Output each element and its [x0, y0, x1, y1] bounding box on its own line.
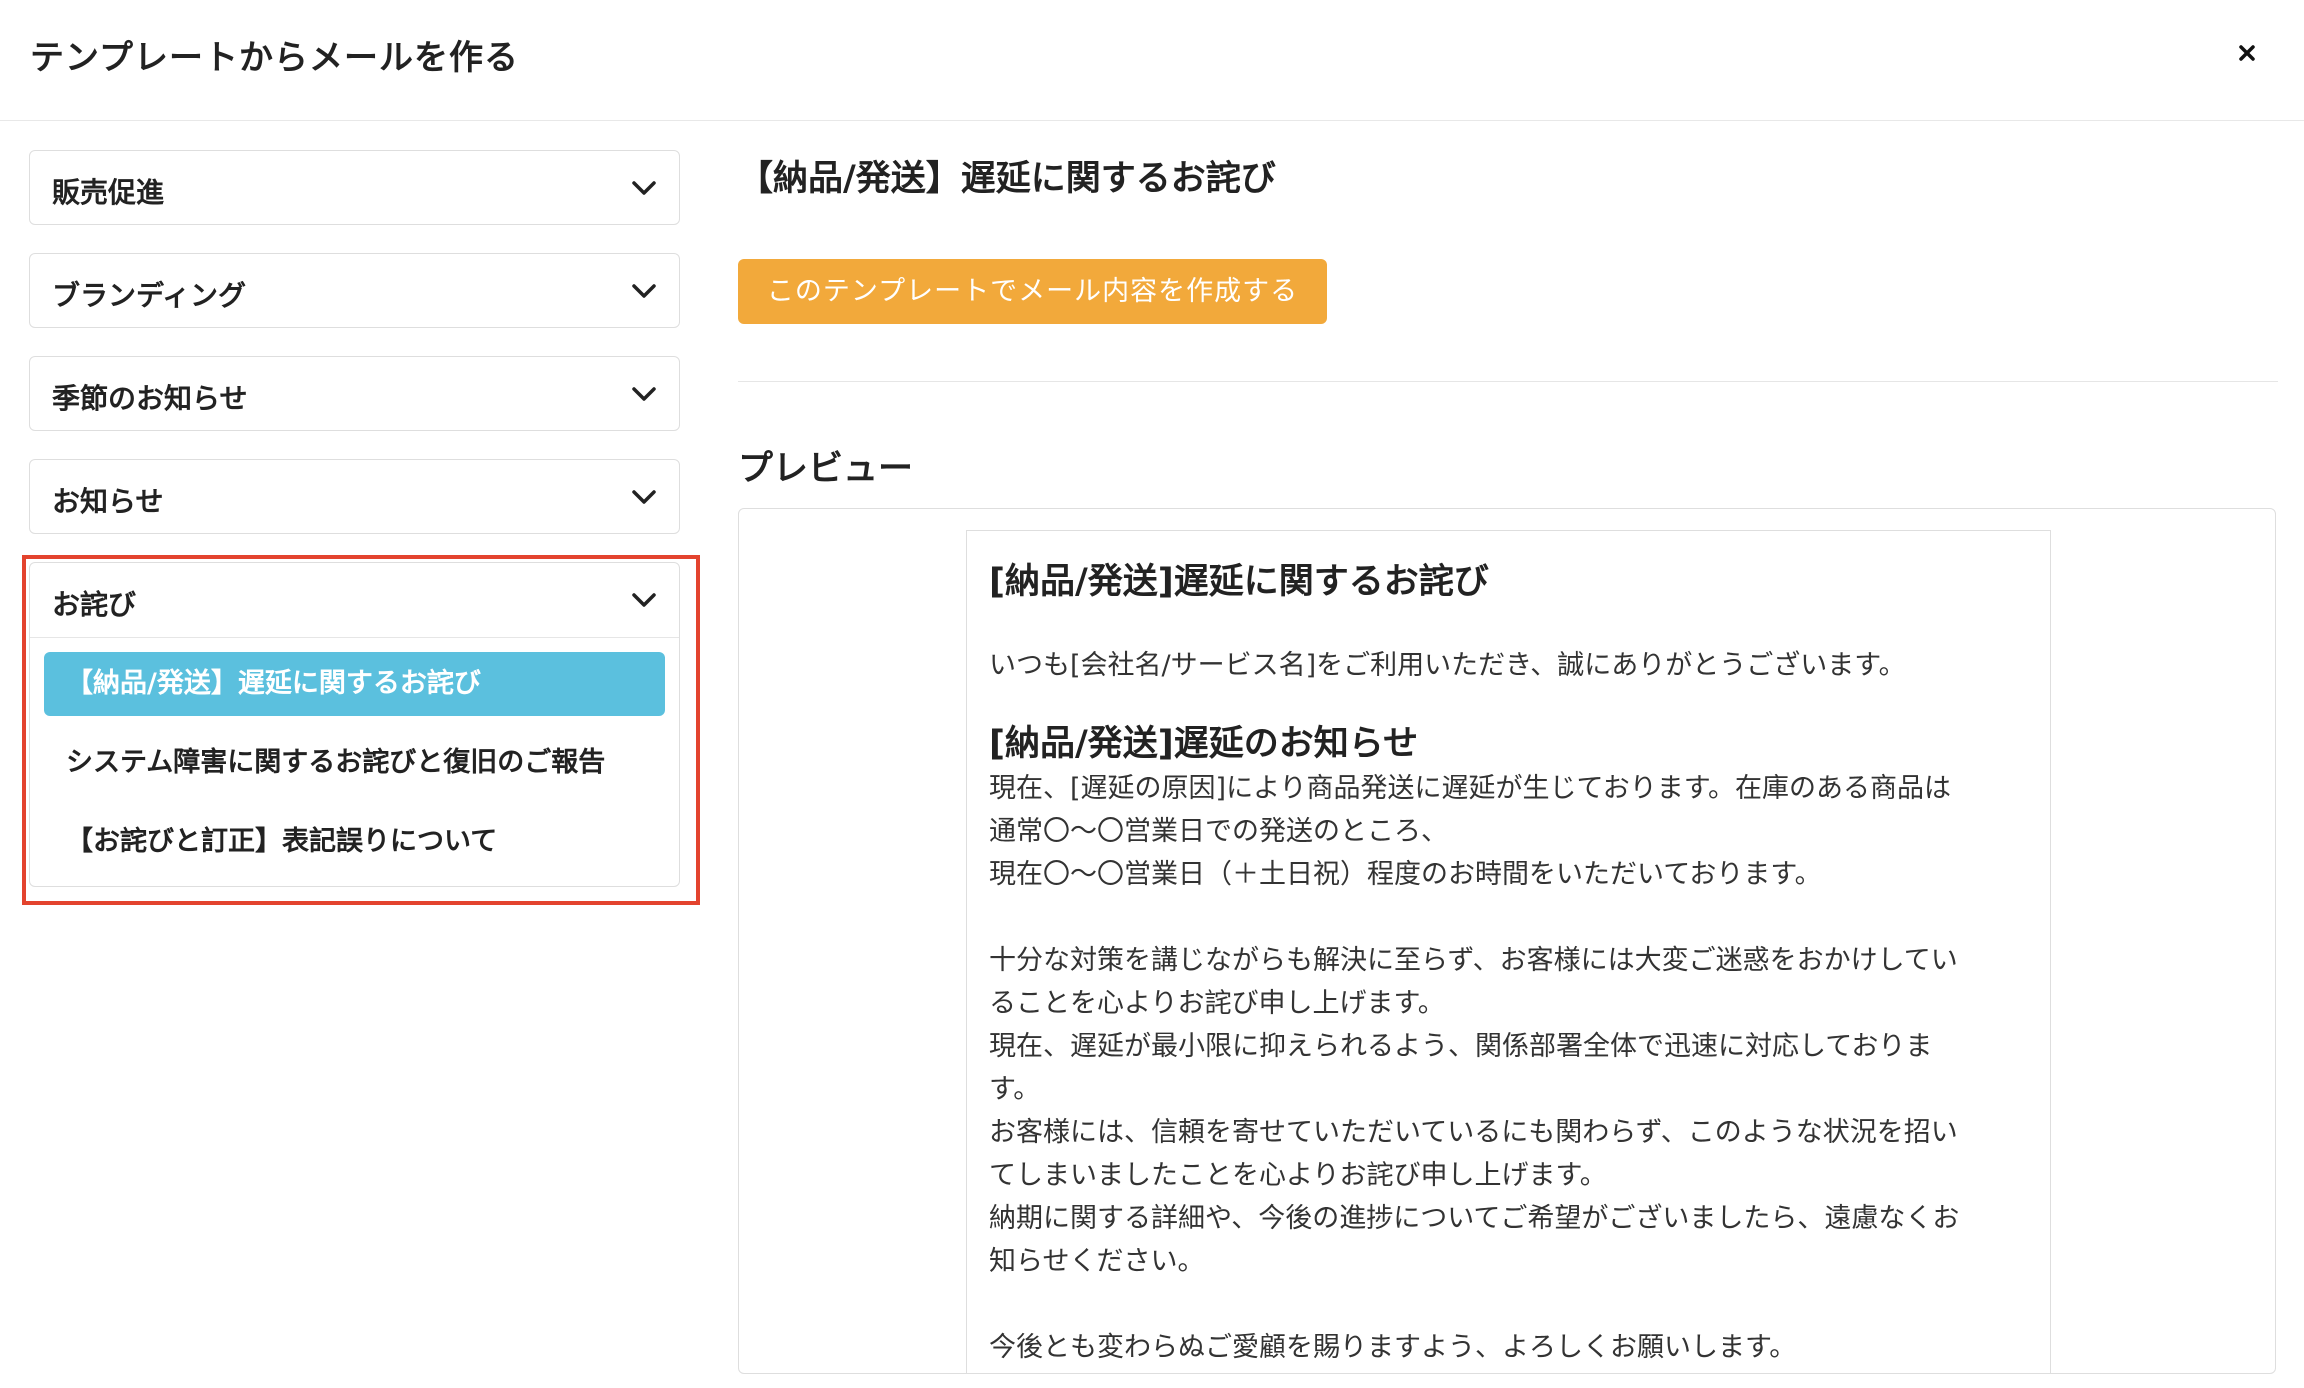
- category-label: 季節のお知らせ: [52, 382, 248, 415]
- category-apology-header[interactable]: お詫び: [30, 563, 679, 638]
- close-button[interactable]: [2230, 36, 2264, 70]
- modal-title: テンプレートからメールを作る: [30, 38, 519, 78]
- email-line: ることを心よりお詫び申し上げます。: [989, 988, 1445, 1019]
- template-item-correction[interactable]: 【お詫びと訂正】表記誤りについて: [44, 810, 665, 874]
- category-seasonal-news[interactable]: 季節のお知らせ: [29, 356, 680, 431]
- chevron-down-icon: [632, 284, 656, 298]
- email-line: てしまいましたことを心よりお詫び申し上げます。: [989, 1160, 1607, 1191]
- email-heading: [納品/発送]遅延に関するお詫び: [989, 562, 1489, 602]
- close-icon: [2239, 45, 2255, 61]
- email-line: 知らせください。: [989, 1246, 1205, 1277]
- email-line: す。: [989, 1074, 1041, 1105]
- modal-header: テンプレートからメールを作る: [0, 0, 2304, 121]
- email-paragraph-1: 現在、[遅延の原因]により商品発送に遅延が生じております。在庫のある商品は 通常…: [989, 767, 2028, 896]
- email-line: 十分な対策を講じながらも解決に至らず、お客様には大変ご迷惑をおかけしてい: [989, 945, 1958, 976]
- preview-heading: プレビュー: [738, 449, 914, 489]
- email-preview-body: [納品/発送]遅延に関するお詫び いつも[会社名/サービス名]をご利用いただき、…: [966, 530, 2051, 1373]
- email-line: 通常〇〜〇営業日での発送のところ、: [989, 816, 1448, 847]
- category-label: ブランディング: [52, 279, 247, 312]
- chevron-down-icon: [632, 490, 656, 504]
- divider: [738, 381, 2278, 382]
- category-announcements[interactable]: お知らせ: [29, 459, 680, 534]
- chevron-down-icon: [632, 593, 656, 607]
- category-branding[interactable]: ブランディング: [29, 253, 680, 328]
- category-label: お詫び: [52, 588, 137, 621]
- category-apology-expanded: お詫び 【納品/発送】遅延に関するお詫び システム障害に関するお詫びと復旧のご報…: [29, 562, 680, 887]
- template-item-delivery-delay[interactable]: 【納品/発送】遅延に関するお詫び: [44, 652, 665, 716]
- template-item-system-failure[interactable]: システム障害に関するお詫びと復旧のご報告: [44, 731, 665, 795]
- email-line: お客様には、信頼を寄せていただいているにも関わらず、このような状況を招い: [989, 1117, 1958, 1148]
- category-label: お知らせ: [52, 485, 164, 518]
- category-sales-promotion[interactable]: 販売促進: [29, 150, 680, 225]
- email-line: 納期に関する詳細や、今後の進捗についてご希望がございましたら、遠慮なくお: [989, 1203, 1960, 1234]
- email-line: 現在、遅延が最小限に抑えられるよう、関係部署全体で迅速に対応しておりま: [989, 1031, 1933, 1062]
- email-line: 現在〇〜〇営業日（＋土日祝）程度のお時間をいただいております。: [989, 859, 1822, 890]
- template-title: 【納品/発送】遅延に関するお詫び: [738, 159, 1276, 199]
- email-line: 現在、[遅延の原因]により商品発送に遅延が生じております。在庫のある商品は: [989, 773, 1952, 804]
- email-intro: いつも[会社名/サービス名]をご利用いただき、誠にありがとうございます。: [989, 650, 1906, 681]
- email-closing: 今後とも変わらぬご愛顧を賜りますよう、よろしくお願いします。: [989, 1332, 1797, 1363]
- category-label: 販売促進: [52, 176, 165, 209]
- chevron-down-icon: [632, 181, 656, 195]
- email-subheading: [納品/発送]遅延のお知らせ: [989, 724, 1419, 764]
- chevron-down-icon: [632, 387, 656, 401]
- create-mail-button[interactable]: このテンプレートでメール内容を作成する: [738, 259, 1327, 324]
- preview-frame[interactable]: [納品/発送]遅延に関するお詫び いつも[会社名/サービス名]をご利用いただき、…: [738, 508, 2276, 1374]
- email-paragraph-2: 十分な対策を講じながらも解決に至らず、お客様には大変ご迷惑をおかけしてい ること…: [989, 939, 2028, 1283]
